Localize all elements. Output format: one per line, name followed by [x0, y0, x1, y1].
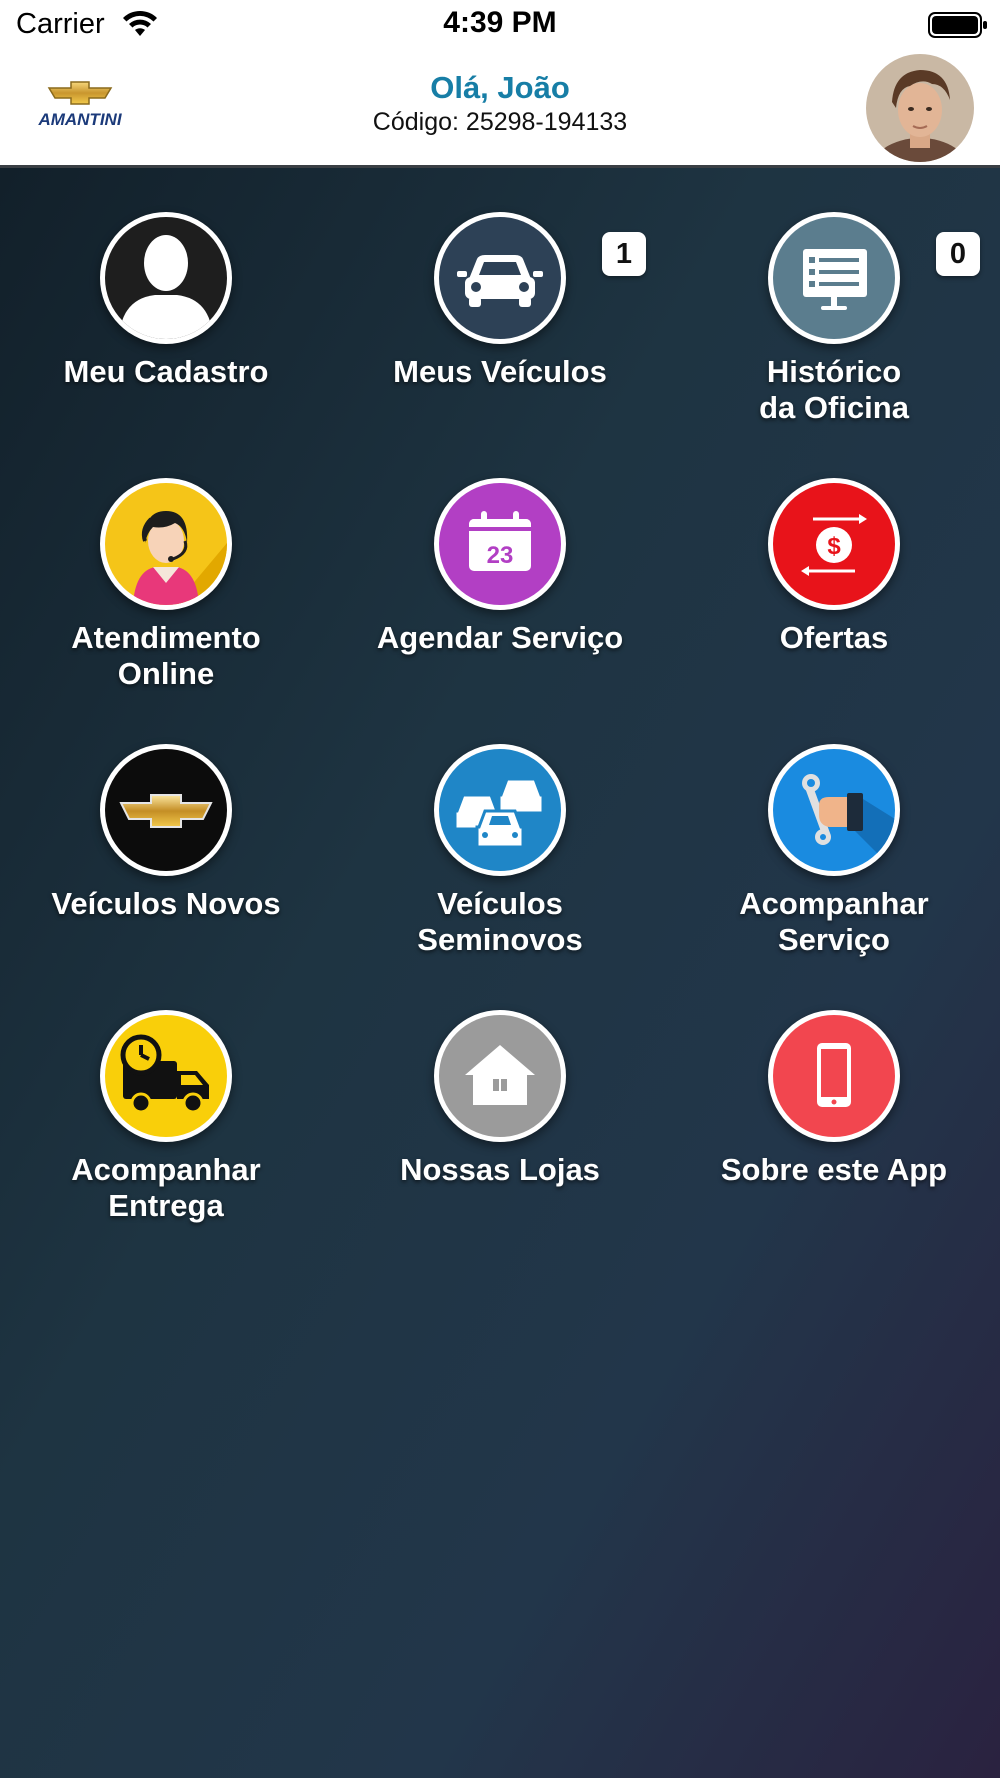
menu-item-sobre-app[interactable]: Sobre este App: [684, 990, 984, 1230]
menu-item-veiculos-novos[interactable]: Veículos Novos: [16, 724, 316, 964]
menu-item-icon-circle: [434, 212, 566, 344]
chevrolet-bowtie-icon: [105, 749, 227, 871]
hand-wrench-icon: [773, 749, 895, 871]
menu-item-atendimento-online[interactable]: Atendimento Online: [16, 458, 316, 698]
menu-item-icon-circle: [100, 212, 232, 344]
menu-item-ofertas[interactable]: $ Ofertas: [684, 458, 984, 698]
support-agent-icon: [105, 483, 227, 605]
menu-item-icon-circle: 23: [434, 478, 566, 610]
greeting-title: Olá, João: [430, 70, 570, 105]
menu-item-icon-circle: [768, 1010, 900, 1142]
svg-text:$: $: [827, 533, 841, 560]
delivery-truck-icon: [105, 1015, 227, 1137]
user-silhouette-icon: [105, 217, 227, 339]
calendar-day-text: 23: [487, 542, 514, 569]
customer-code: Código: 25298-194133: [372, 108, 628, 136]
menu-item-label: Agendar Serviço: [376, 620, 624, 655]
menu-item-label: Ofertas: [779, 620, 889, 655]
status-bar: Carrier 4:39 PM: [0, 0, 1000, 50]
history-count-badge: 0: [936, 232, 980, 276]
menu-item-icon-circle: [100, 744, 232, 876]
menu-item-acompanhar-entrega[interactable]: Acompanhar Entrega: [16, 990, 316, 1230]
menu-item-label: Atendimento Online: [71, 620, 261, 691]
menu-item-label: Sobre este App: [720, 1152, 948, 1187]
status-time: 4:39 PM: [443, 6, 557, 39]
menu-item-agendar-servico[interactable]: 23 Agendar Serviço: [350, 458, 650, 698]
menu-item-label: Meus Veículos: [393, 354, 607, 389]
menu-item-nossas-lojas[interactable]: Nossas Lojas: [350, 990, 650, 1230]
menu-item-veiculos-seminovos[interactable]: Veículos Seminovos: [350, 724, 650, 964]
list-screen-icon: [773, 217, 895, 339]
menu-item-label: Veículos Novos: [51, 886, 281, 921]
menu-item-label: Acompanhar Serviço: [739, 886, 929, 957]
menu-item-meu-cadastro[interactable]: Meu Cadastro: [16, 192, 316, 432]
menu-item-acompanhar-servico[interactable]: Acompanhar Serviço: [684, 724, 984, 964]
menu-item-icon-circle: [768, 212, 900, 344]
smartphone-icon: [773, 1015, 895, 1137]
menu-item-icon-circle: [434, 744, 566, 876]
logo-text: AMANTINI: [38, 110, 122, 129]
menu-item-label: Nossas Lojas: [400, 1152, 600, 1187]
profile-photo-icon: [866, 54, 974, 162]
vehicle-count-badge: 1: [602, 232, 646, 276]
battery-icon: [928, 12, 987, 38]
avatar[interactable]: [866, 54, 974, 162]
menu-item-label: Veículos Seminovos: [417, 886, 583, 957]
menu-item-icon-circle: $: [768, 478, 900, 610]
menu-item-historico-oficina[interactable]: 0 Histórico da Oficina: [684, 192, 984, 432]
menu-item-label: Meu Cadastro: [63, 354, 269, 389]
menu-item-icon-circle: [100, 1010, 232, 1142]
menu-item-label: Acompanhar Entrega: [71, 1152, 261, 1223]
chevrolet-bowtie-icon: [47, 81, 113, 105]
calendar-icon: 23: [439, 483, 561, 605]
dollar-exchange-icon: $: [773, 483, 895, 605]
car-icon: [439, 217, 561, 339]
main-menu-grid: Meu Cadastro 1 Meus Veículos 0 Histórico…: [0, 168, 1000, 1778]
store-house-icon: [439, 1015, 561, 1137]
brand-logo[interactable]: AMANTINI: [26, 80, 134, 136]
cars-icon: [439, 749, 561, 871]
menu-item-meus-veiculos[interactable]: 1 Meus Veículos: [350, 192, 650, 432]
menu-item-icon-circle: [434, 1010, 566, 1142]
menu-item-icon-circle: [768, 744, 900, 876]
menu-item-icon-circle: [100, 478, 232, 610]
app-header: AMANTINI Olá, João Código: 25298-194133: [0, 50, 1000, 168]
menu-item-label: Histórico da Oficina: [759, 354, 909, 425]
